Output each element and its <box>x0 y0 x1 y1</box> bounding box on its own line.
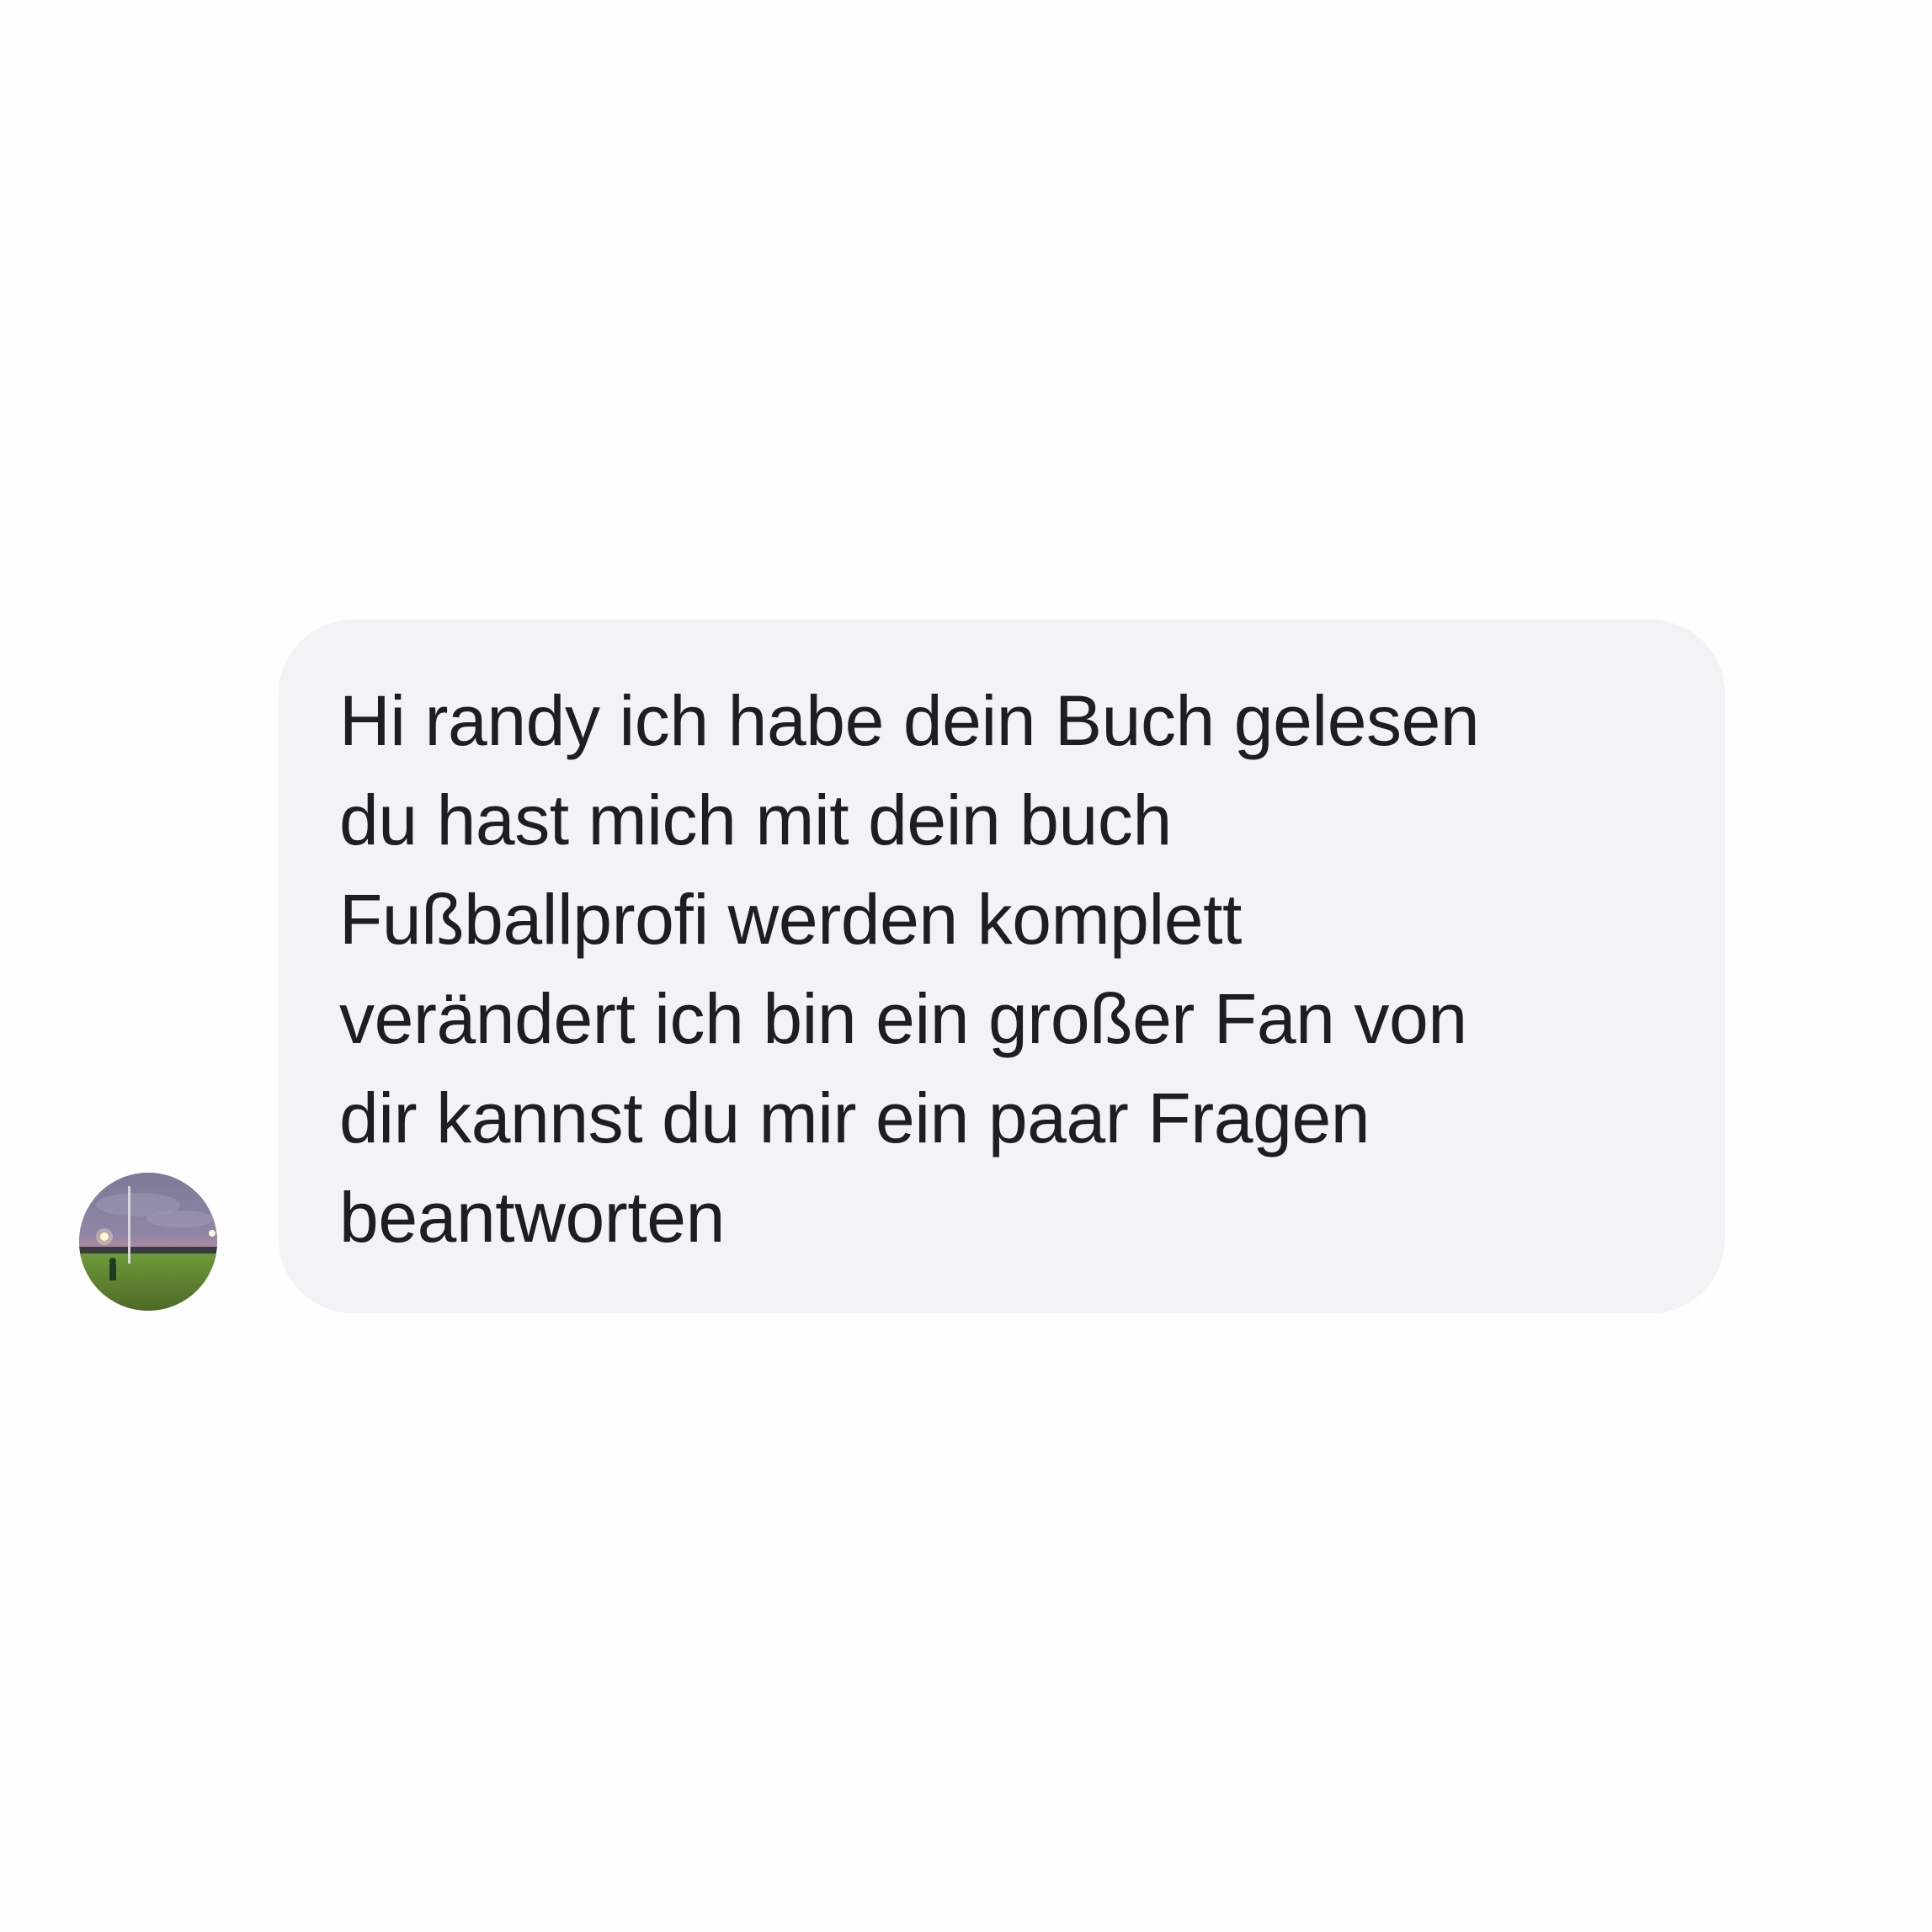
sender-avatar[interactable] <box>79 1173 217 1311</box>
avatar-photo-icon <box>79 1173 217 1311</box>
message-text: Hi randy ich habe dein Buch gelesen du h… <box>339 681 1480 1257</box>
message-bubble[interactable]: Hi randy ich habe dein Buch gelesen du h… <box>279 620 1725 1313</box>
incoming-message-row: Hi randy ich habe dein Buch gelesen du h… <box>0 0 1932 1932</box>
